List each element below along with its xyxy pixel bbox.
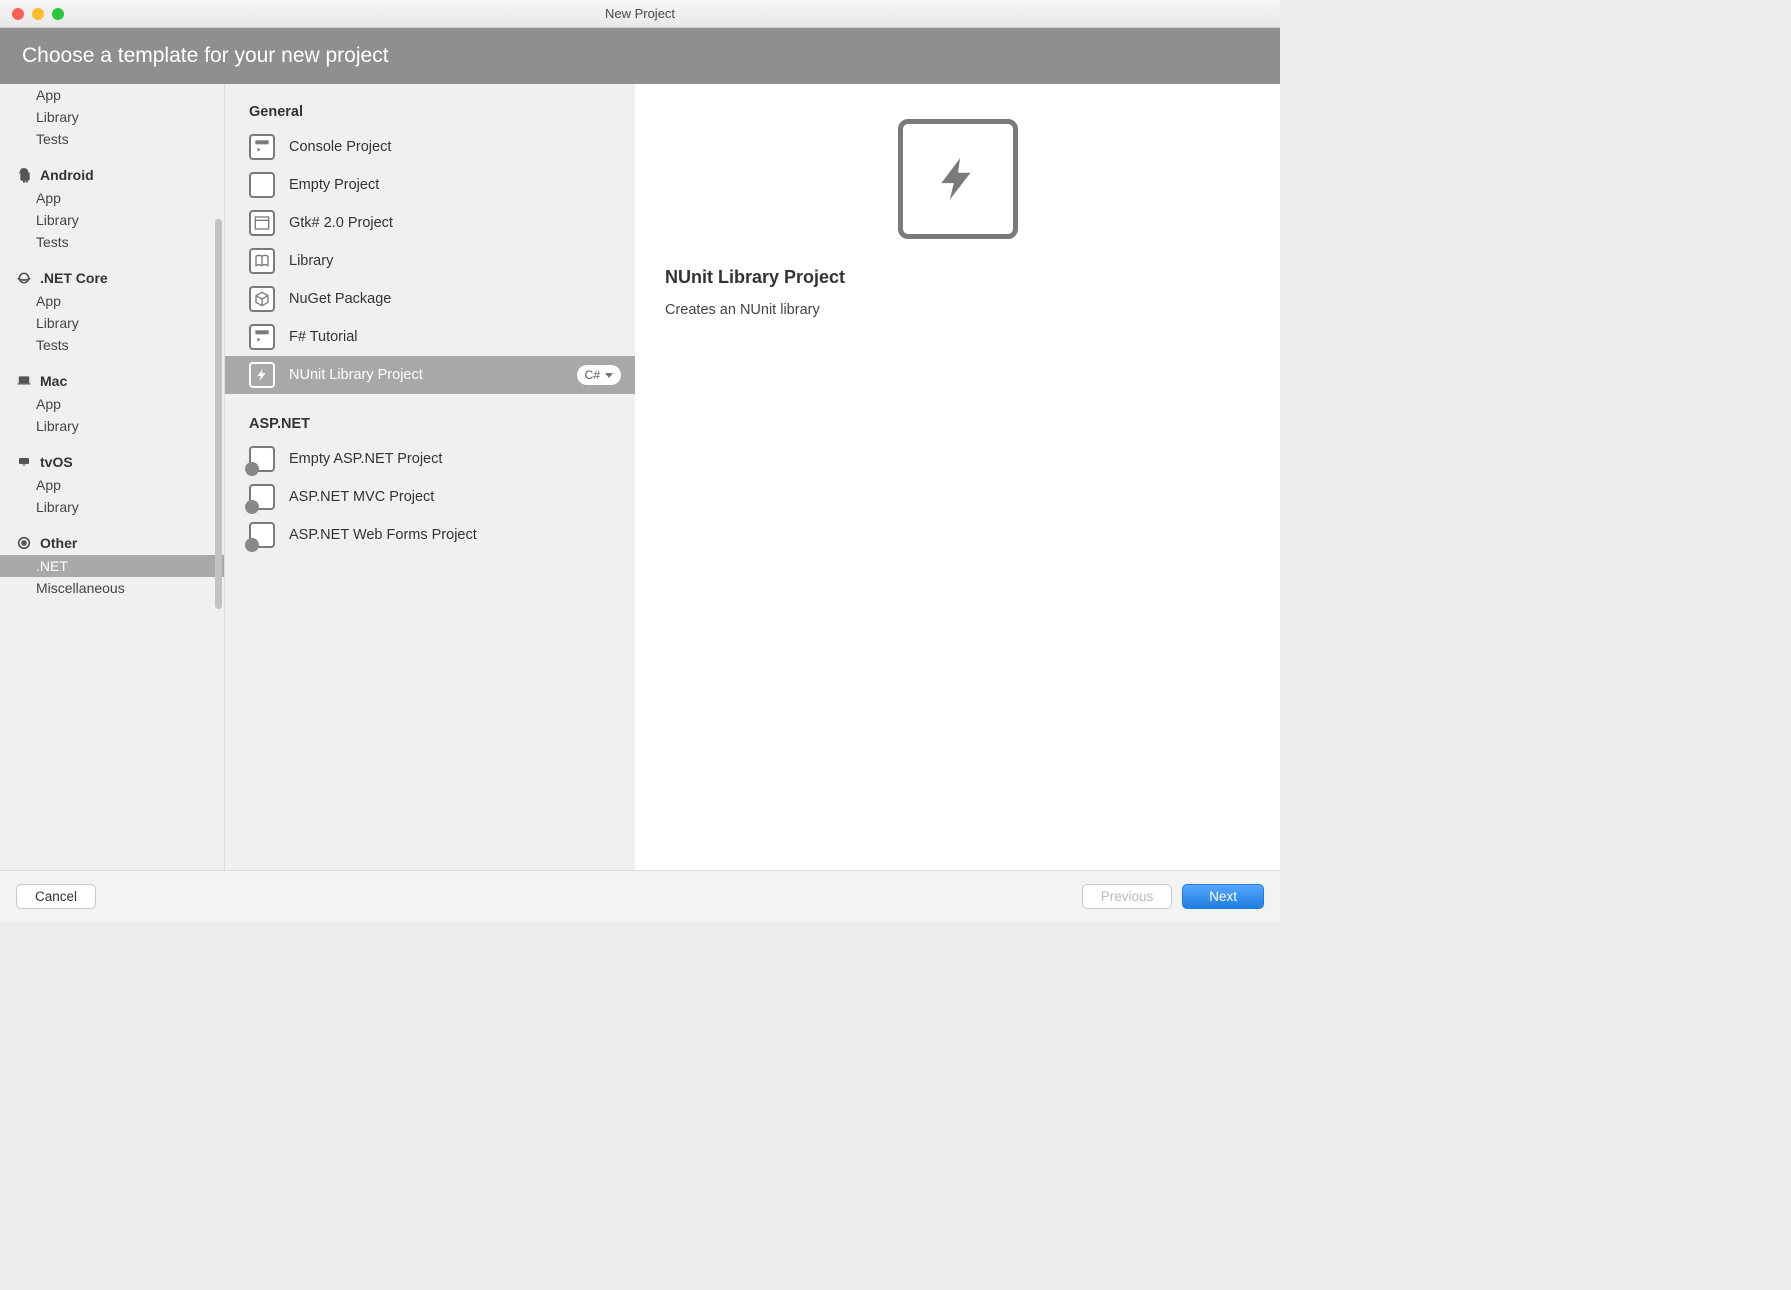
category-sidebar: App Library Tests Android App Library Te…: [0, 84, 225, 870]
template-label: ASP.NET MVC Project: [289, 489, 621, 505]
cancel-button[interactable]: Cancel: [16, 884, 96, 909]
template-label: Gtk# 2.0 Project: [289, 215, 621, 231]
template-label: Console Project: [289, 139, 621, 155]
template-aspnet-webforms-project[interactable]: ASP.NET Web Forms Project: [225, 516, 635, 554]
android-icon: [16, 167, 32, 183]
wizard-title: Choose a template for your new project: [22, 44, 389, 67]
sidebar-category-netcore[interactable]: .NET Core: [0, 265, 224, 290]
template-nuget-package[interactable]: NuGet Package: [225, 280, 635, 318]
mac-icon: [16, 373, 32, 389]
template-fsharp-tutorial[interactable]: F# Tutorial: [225, 318, 635, 356]
template-group-general: General: [225, 94, 635, 128]
sidebar-item-app[interactable]: App: [0, 84, 224, 106]
cube-icon: [249, 286, 275, 312]
sidebar-item-app[interactable]: App: [0, 393, 224, 415]
template-group-aspnet: ASP.NET: [225, 406, 635, 440]
bolt-icon: [249, 362, 275, 388]
template-aspnet-mvc-project[interactable]: ASP.NET MVC Project: [225, 478, 635, 516]
template-console-project[interactable]: Console Project: [225, 128, 635, 166]
wizard-header: Choose a template for your new project: [0, 28, 1280, 84]
window-titlebar: New Project: [0, 0, 1280, 28]
template-details-panel: NUnit Library Project Creates an NUnit l…: [635, 84, 1280, 870]
template-label: NuGet Package: [289, 291, 621, 307]
sidebar-scrollbar-thumb[interactable]: [215, 219, 222, 609]
previous-button[interactable]: Previous: [1082, 884, 1173, 909]
sidebar-item-miscellaneous[interactable]: Miscellaneous: [0, 577, 224, 599]
sidebar-category-other[interactable]: Other: [0, 530, 224, 555]
sidebar-item-library[interactable]: Library: [0, 312, 224, 334]
template-label: Empty ASP.NET Project: [289, 451, 621, 467]
template-empty-project[interactable]: Empty Project: [225, 166, 635, 204]
sidebar-category-mac[interactable]: Mac: [0, 368, 224, 393]
sidebar-item-tests[interactable]: Tests: [0, 231, 224, 253]
chevron-down-icon: [605, 373, 613, 378]
window-title: New Project: [0, 6, 1280, 21]
sidebar-item-library[interactable]: Library: [0, 496, 224, 518]
template-list: General Console Project Empty Project Gt…: [225, 84, 635, 870]
sidebar-item-library[interactable]: Library: [0, 209, 224, 231]
template-gtk-project[interactable]: Gtk# 2.0 Project: [225, 204, 635, 242]
book-icon: [249, 248, 275, 274]
wizard-footer: Cancel Previous Next: [0, 870, 1280, 922]
terminal-icon: [249, 134, 275, 160]
sidebar-category-label: Other: [40, 535, 77, 551]
sidebar-item-app[interactable]: App: [0, 290, 224, 312]
next-button[interactable]: Next: [1182, 884, 1264, 909]
sidebar-item-app[interactable]: App: [0, 187, 224, 209]
maximize-window-button[interactable]: [52, 8, 64, 20]
sidebar-item-library[interactable]: Library: [0, 415, 224, 437]
terminal-icon: [249, 324, 275, 350]
sidebar-item-dotnet[interactable]: .NET: [0, 555, 224, 577]
template-label: F# Tutorial: [289, 329, 621, 345]
empty-icon: [249, 172, 275, 198]
template-nunit-library-project[interactable]: NUnit Library Project C#: [225, 356, 635, 394]
close-window-button[interactable]: [12, 8, 24, 20]
tvos-icon: [16, 454, 32, 470]
sidebar-item-app[interactable]: App: [0, 474, 224, 496]
sidebar-category-label: Mac: [40, 373, 67, 389]
window-icon: [249, 210, 275, 236]
template-label: Empty Project: [289, 177, 621, 193]
sidebar-category-label: .NET Core: [40, 270, 108, 286]
aspnet-icon: [249, 484, 275, 510]
template-label: ASP.NET Web Forms Project: [289, 527, 621, 543]
template-library[interactable]: Library: [225, 242, 635, 280]
template-details-title: NUnit Library Project: [665, 267, 845, 288]
sidebar-category-tvos[interactable]: tvOS: [0, 449, 224, 474]
minimize-window-button[interactable]: [32, 8, 44, 20]
dotnetcore-icon: [16, 270, 32, 286]
template-preview-icon: [898, 119, 1018, 239]
aspnet-icon: [249, 522, 275, 548]
template-empty-aspnet-project[interactable]: Empty ASP.NET Project: [225, 440, 635, 478]
aspnet-icon: [249, 446, 275, 472]
template-details-description: Creates an NUnit library: [665, 302, 820, 318]
template-label: Library: [289, 253, 621, 269]
sidebar-item-library[interactable]: Library: [0, 106, 224, 128]
language-value: C#: [585, 368, 600, 382]
sidebar-category-label: Android: [40, 167, 94, 183]
sidebar-category-label: tvOS: [40, 454, 73, 470]
sidebar-item-tests[interactable]: Tests: [0, 128, 224, 150]
template-label: NUnit Library Project: [289, 367, 563, 383]
other-icon: [16, 535, 32, 551]
sidebar-item-tests[interactable]: Tests: [0, 334, 224, 356]
language-selector[interactable]: C#: [577, 365, 621, 385]
sidebar-category-android[interactable]: Android: [0, 162, 224, 187]
